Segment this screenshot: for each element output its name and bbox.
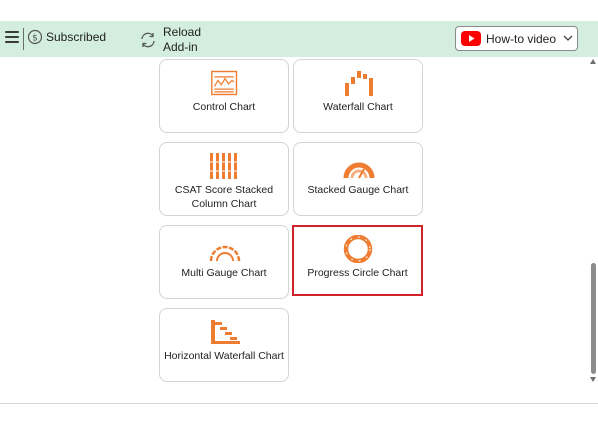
chart-card-waterfall[interactable]: Waterfall Chart [293, 59, 423, 133]
scroll-up-arrow-icon[interactable] [590, 59, 596, 64]
svg-text:$: $ [32, 34, 38, 44]
scroll-down-arrow-icon[interactable] [590, 377, 596, 382]
progress-circle-icon [343, 235, 373, 263]
csat-stacked-column-icon [208, 153, 240, 179]
waterfall-chart-icon [345, 71, 373, 96]
bottom-divider [0, 403, 598, 404]
youtube-icon [461, 31, 481, 46]
multi-gauge-icon [209, 245, 241, 262]
chart-card-label: CSAT Score Stacked Column Chart [174, 184, 274, 210]
control-chart-icon [211, 70, 238, 96]
chart-card-horizontal-waterfall[interactable]: Horizontal Waterfall Chart [159, 308, 289, 382]
chart-card-label: Progress Circle Chart [307, 267, 408, 279]
chart-card-label: Control Chart [192, 101, 256, 113]
reload-icon[interactable] [139, 31, 157, 49]
reload-addin-button[interactable]: Reload Add-in [163, 25, 201, 55]
chart-card-multi-gauge[interactable]: Multi Gauge Chart [159, 225, 289, 299]
howto-video-label: How-to video [486, 32, 557, 46]
dollar-coin-icon: $ [27, 29, 43, 45]
chart-card-csat-stacked[interactable]: CSAT Score Stacked Column Chart [159, 142, 289, 216]
toolbar: $ Subscribed Reload Add-in How-to video [0, 21, 598, 57]
howto-video-dropdown[interactable]: How-to video [455, 26, 578, 51]
chart-card-control[interactable]: Control Chart [159, 59, 289, 133]
chart-card-label: Stacked Gauge Chart [307, 184, 409, 196]
subscription-status: Subscribed [46, 30, 107, 44]
chart-card-label: Waterfall Chart [323, 101, 393, 113]
scrollbar-thumb[interactable] [591, 263, 596, 374]
stacked-gauge-icon [343, 162, 375, 179]
menu-icon[interactable] [5, 31, 19, 43]
horizontal-waterfall-icon [211, 320, 240, 344]
chart-card-label: Horizontal Waterfall Chart [164, 350, 284, 362]
reload-label-line2: Add-in [163, 40, 198, 54]
reload-label-line1: Reload [163, 25, 202, 39]
chevron-down-icon [563, 35, 573, 41]
chart-card-stacked-gauge[interactable]: Stacked Gauge Chart [293, 142, 423, 216]
toolbar-divider [23, 28, 24, 50]
chart-card-progress-circle[interactable]: Progress Circle Chart [292, 225, 423, 296]
chart-card-label: Multi Gauge Chart [181, 267, 267, 279]
